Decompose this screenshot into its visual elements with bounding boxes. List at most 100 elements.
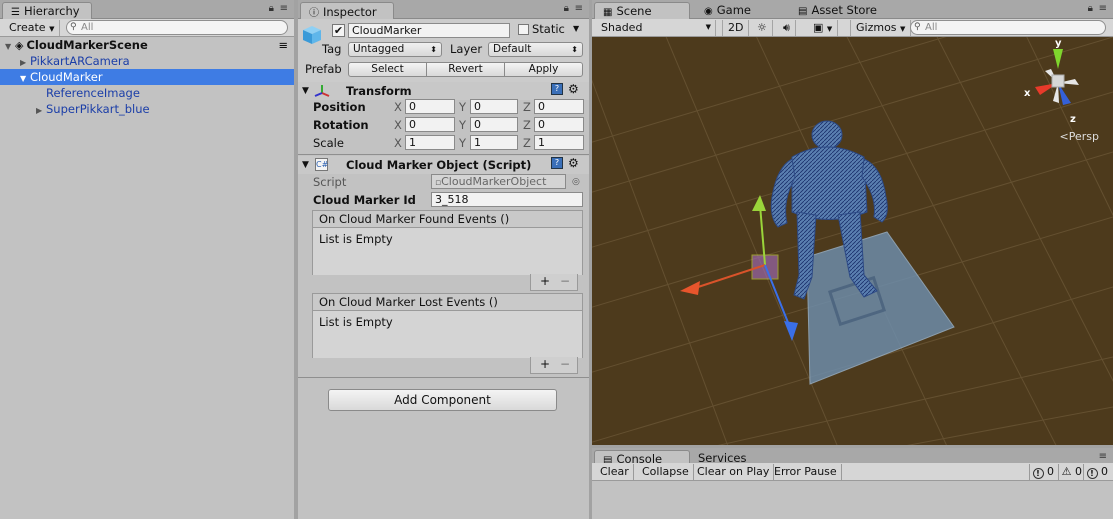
position-z-label[interactable]: Z — [523, 100, 531, 114]
2d-toggle[interactable]: 2D — [722, 20, 750, 36]
found-events-box: On Cloud Marker Found Events () List is … — [312, 210, 583, 291]
orientation-gizmo[interactable]: y x z — [1013, 38, 1103, 133]
scene-viewport[interactable]: y x z <Persp — [592, 37, 1113, 445]
lock-icon[interactable]: 🔒︎ — [564, 3, 569, 14]
script-checkbox[interactable]: C# — [315, 158, 328, 171]
expand-arrow-icon[interactable]: ▼ — [302, 84, 309, 98]
prefab-revert-button[interactable]: Revert — [426, 62, 505, 77]
add-component-button[interactable]: Add Component — [328, 389, 557, 411]
position-x-label[interactable]: X — [394, 100, 402, 114]
help-book-icon[interactable]: ? — [551, 157, 563, 169]
store-bag-icon: ▤ — [798, 6, 808, 17]
clear-on-play-button[interactable]: Clear on Play — [693, 464, 775, 480]
gizmos-dropdown[interactable]: Gizmos ▼ — [850, 20, 912, 36]
chevron-down-icon: ▼ — [900, 25, 906, 33]
rotation-x-field[interactable]: 0 — [405, 117, 455, 132]
search-icon: ⚲ — [914, 22, 921, 32]
scale-z-field[interactable]: 1 — [534, 135, 584, 150]
tab-asset-store[interactable]: ▤ Asset Store — [790, 2, 885, 19]
panel-menu-icon[interactable]: ≡ — [280, 3, 288, 14]
info-count: 0 — [1047, 465, 1054, 478]
found-events-body: List is Empty — [313, 228, 582, 275]
script-reference-field[interactable]: ▫CloudMarkerObject — [431, 174, 566, 189]
audio-toggle-icon[interactable]: 🔊︎ — [778, 20, 796, 36]
rotation-z-label[interactable]: Z — [523, 118, 531, 132]
scene-search-input[interactable]: ⚲ All — [910, 20, 1106, 35]
panel-menu-icon[interactable]: ≡ — [1099, 3, 1107, 14]
lock-icon[interactable]: 🔒︎ — [269, 3, 274, 14]
scale-z-label[interactable]: Z — [523, 136, 531, 150]
position-x-field[interactable]: 0 — [405, 99, 455, 114]
tab-scene[interactable]: ▦ Scene — [594, 2, 690, 19]
position-z-field[interactable]: 0 — [534, 99, 584, 114]
tag-dropdown[interactable]: Untagged ⬍ — [348, 42, 442, 57]
lock-icon[interactable]: 🔒︎ — [1088, 3, 1093, 14]
prefab-apply-button[interactable]: Apply — [504, 62, 583, 77]
gear-icon[interactable]: ⚙ — [568, 156, 579, 170]
position-y-label[interactable]: Y — [459, 100, 466, 114]
add-event-button[interactable]: + — [540, 274, 550, 289]
position-y-field[interactable]: 0 — [470, 99, 518, 114]
gizmo-y-cone[interactable] — [1053, 49, 1063, 69]
hierarchy-tabbar: ☰ Hierarchy 🔒︎ ≡ — [0, 0, 294, 19]
tab-game[interactable]: ◉ Game — [696, 2, 759, 19]
effects-dropdown-icon[interactable]: ▣ ▼ — [808, 20, 839, 36]
error-pause-button[interactable]: Error Pause — [770, 464, 842, 480]
shading-mode-dropdown[interactable]: Shaded ▼ — [596, 20, 716, 36]
help-book-icon[interactable]: ? — [551, 83, 563, 95]
scale-y-field[interactable]: 1 — [470, 135, 518, 150]
info-count-toggle[interactable]: ! 0 — [1028, 464, 1058, 480]
rotation-z-field[interactable]: 0 — [534, 117, 584, 132]
hierarchy-item-cloudmarker[interactable]: ▼ CloudMarker — [0, 69, 294, 85]
cloud-marker-id-field[interactable]: 3_518 — [431, 192, 583, 207]
active-checkbox[interactable]: ✔ — [332, 24, 345, 37]
scale-x-label[interactable]: X — [394, 136, 402, 150]
persp-label[interactable]: <Persp — [1060, 130, 1099, 144]
static-dropdown-arrow-icon[interactable]: ▼ — [573, 22, 579, 36]
scale-y-label[interactable]: Y — [459, 136, 466, 150]
create-dropdown[interactable]: Create ▼ — [4, 20, 61, 36]
hierarchy-item-superpikkart-blue[interactable]: ▶ SuperPikkart_blue — [0, 101, 294, 117]
script-component-header[interactable]: ▼ C# Cloud Marker Object (Script) ? ⚙ — [298, 156, 589, 174]
lost-events-title: On Cloud Marker Lost Events () — [313, 294, 582, 311]
expand-arrow-icon[interactable]: ▼ — [302, 158, 309, 172]
layer-dropdown[interactable]: Default ⬍ — [488, 42, 583, 57]
transform-header[interactable]: ▼ Transform ? ⚙ — [298, 82, 589, 100]
object-picker-icon[interactable]: ◎ — [572, 175, 580, 189]
console-log-area[interactable] — [592, 482, 1113, 519]
warning-count-toggle[interactable]: ⚠ 0 — [1057, 464, 1085, 480]
rotation-y-label[interactable]: Y — [459, 118, 466, 132]
separator — [298, 154, 589, 155]
scale-x-field[interactable]: 1 — [405, 135, 455, 150]
game-controller-icon: ◉ — [704, 6, 713, 17]
rotation-x-label[interactable]: X — [394, 118, 402, 132]
rotation-y-field[interactable]: 0 — [470, 117, 518, 132]
lighting-toggle-icon[interactable]: ☼ — [752, 20, 773, 36]
lost-events-body: List is Empty — [313, 311, 582, 358]
move-handle-z-arrow[interactable] — [784, 321, 798, 341]
static-checkbox[interactable] — [518, 24, 529, 35]
tab-hierarchy[interactable]: ☰ Hierarchy — [2, 2, 92, 19]
scene-menu-icon[interactable]: ≡ — [278, 37, 288, 53]
tab-inspector[interactable]: ⓘ Inspector — [300, 2, 394, 19]
hierarchy-item-pikkartarcamera[interactable]: ▶ PikkartARCamera — [0, 53, 294, 69]
prefab-select-button[interactable]: Select — [348, 62, 427, 77]
remove-event-button[interactable]: − — [560, 357, 570, 372]
hierarchy-item-referenceimage[interactable]: ReferenceImage — [0, 85, 294, 101]
collapse-button[interactable]: Collapse — [638, 464, 694, 480]
gear-icon[interactable]: ⚙ — [568, 82, 579, 96]
dropdown-arrows-icon: ⬍ — [571, 45, 578, 54]
remove-event-button[interactable]: − — [560, 274, 570, 289]
object-name-field[interactable]: CloudMarker — [348, 23, 510, 38]
move-handle-x-arrow[interactable] — [680, 281, 700, 295]
error-count-toggle[interactable]: ! 0 — [1082, 464, 1112, 480]
scene-root-row[interactable]: ▼ ◈ CloudMarkerScene ≡ — [0, 37, 294, 53]
hierarchy-search-input[interactable]: ⚲ All — [66, 20, 288, 35]
tab-hierarchy-label: Hierarchy — [23, 4, 80, 18]
collapse-arrow-icon[interactable]: ▶ — [36, 103, 46, 119]
panel-menu-icon[interactable]: ≡ — [1099, 451, 1107, 462]
add-event-button[interactable]: + — [540, 357, 550, 372]
move-handle-y-arrow[interactable] — [752, 195, 766, 211]
panel-menu-icon[interactable]: ≡ — [575, 3, 583, 14]
clear-button[interactable]: Clear — [596, 464, 634, 480]
